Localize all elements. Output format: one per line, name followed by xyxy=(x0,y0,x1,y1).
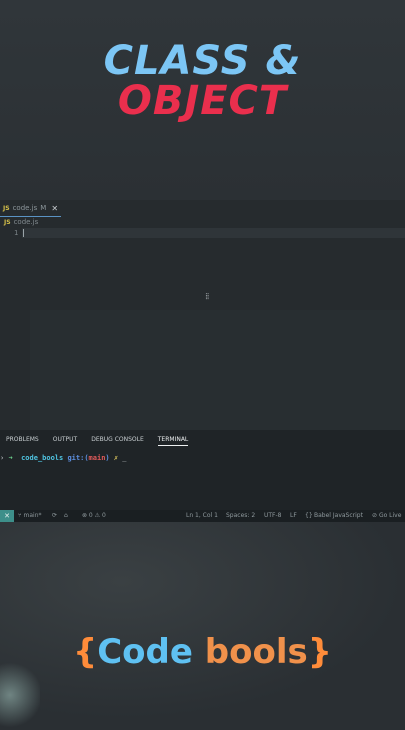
panel-tabs: PROBLEMS OUTPUT DEBUG CONSOLE TERMINAL xyxy=(6,436,189,446)
status-bar: ✕ ⑂ main* ⟳ ⌂ ⊗ 0 ⚠ 0 Ln 1, Col 1 Spaces… xyxy=(0,510,405,522)
encoding[interactable]: UTF-8 xyxy=(264,512,282,519)
prompt-git-close: ) xyxy=(105,454,110,462)
terminal-panel[interactable]: PROBLEMS OUTPUT DEBUG CONSOLE TERMINAL ›… xyxy=(0,430,405,510)
drag-handle-icon[interactable]: ⣿ xyxy=(205,293,209,300)
cursor-position[interactable]: Ln 1, Col 1 xyxy=(186,512,218,519)
prompt-branch: main xyxy=(88,454,106,462)
prompt-arrow-icon: ➜ xyxy=(8,454,13,462)
editor-text-area[interactable] xyxy=(30,310,405,430)
line-number: 1 xyxy=(14,229,19,237)
braces-icon: {} xyxy=(305,512,313,519)
branch-status[interactable]: ⑂ main* xyxy=(18,512,42,519)
brand-logo: {Code bools} xyxy=(0,632,405,672)
line-ending[interactable]: LF xyxy=(290,512,297,519)
remote-explorer-icon[interactable]: ⌂ xyxy=(64,512,68,519)
dirty-mark-icon: ✗ xyxy=(113,454,119,462)
title-object: OBJECT xyxy=(117,78,288,124)
js-file-icon: JS xyxy=(3,204,10,212)
prompt-git-label: git:( xyxy=(67,454,89,462)
current-line-highlight xyxy=(22,228,405,238)
terminal-prompt[interactable]: › ➜ code_bools git:(main) ✗ _ xyxy=(0,454,127,462)
prompt-directory: code_bools xyxy=(21,454,64,462)
tab-code-js[interactable]: JS code.js M ✕ xyxy=(0,200,61,217)
problems-status[interactable]: ⊗ 0 ⚠ 0 xyxy=(82,512,106,519)
terminal-cursor: _ xyxy=(122,454,127,462)
go-live-label: Go Live xyxy=(378,512,402,519)
brand-code: Code xyxy=(97,632,193,672)
language-mode[interactable]: Babel JavaScript xyxy=(314,512,363,519)
tab-problems[interactable]: PROBLEMS xyxy=(6,436,39,446)
text-cursor xyxy=(23,229,24,237)
code-editor[interactable]: JS code.js M ✕ JS code.js 1 ⣿ xyxy=(0,200,405,430)
breadcrumb-filename[interactable]: code.js xyxy=(14,218,39,226)
sync-icon[interactable]: ⟳ xyxy=(52,512,57,519)
tab-modified-status: M xyxy=(40,204,47,212)
remote-icon[interactable]: ✕ xyxy=(0,510,14,522)
branch-name: main* xyxy=(23,512,42,519)
brand-close-brace: } xyxy=(307,632,332,672)
indentation[interactable]: Spaces: 2 xyxy=(226,512,255,519)
brand-open-brace: { xyxy=(73,632,98,672)
tab-output[interactable]: OUTPUT xyxy=(53,436,77,446)
go-live-button[interactable]: ⊘ Go Live xyxy=(372,512,401,519)
js-file-icon: JS xyxy=(4,218,11,226)
tab-terminal[interactable]: TERMINAL xyxy=(157,436,189,446)
bottom-background xyxy=(0,522,405,720)
brand-bools: bools xyxy=(204,632,308,672)
breadcrumb[interactable]: JS code.js xyxy=(4,218,38,226)
tab-debug-console[interactable]: DEBUG CONSOLE xyxy=(91,436,144,446)
tab-filename: code.js xyxy=(12,204,38,212)
close-icon[interactable]: ✕ xyxy=(51,204,58,213)
